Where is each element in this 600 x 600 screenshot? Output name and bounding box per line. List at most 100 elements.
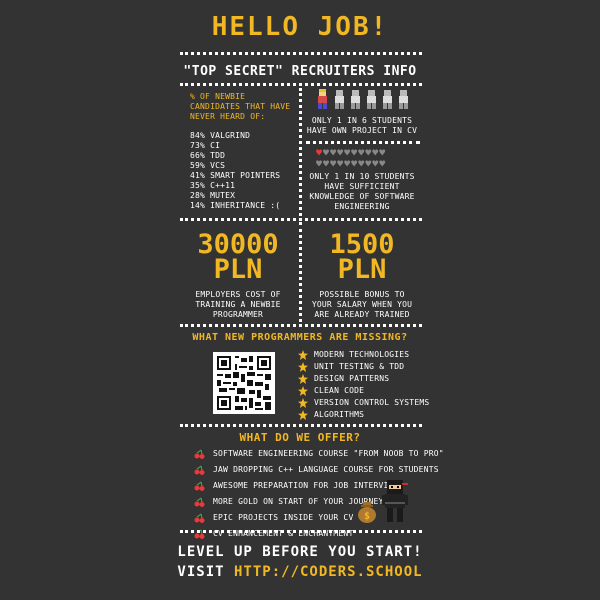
list-item: JAW DROPPING C++ LANGUAGE COURSE FOR STU… — [194, 462, 444, 478]
list-item-label: VERSION CONTROL SYSTEMS — [314, 398, 430, 407]
list-item-label: AWESOME PREPARATION FOR JOB INTERVIEWS — [213, 481, 404, 490]
heart-icon: ♥ — [337, 148, 343, 159]
visit-label: VISIT — [177, 564, 225, 580]
desc-line: PROGRAMMER — [212, 310, 264, 319]
money-bag-icon: $ — [356, 500, 378, 524]
stat-line: HAVE SUFFICIENT — [324, 182, 400, 191]
list-item: 73% CI — [190, 141, 221, 150]
heart-icon: ♥ — [372, 148, 378, 159]
list-item-label: JAW DROPPING C++ LANGUAGE COURSE FOR STU… — [213, 465, 439, 474]
heart-icon: ♥ — [351, 159, 357, 170]
heart-icon: ♥ — [365, 159, 371, 170]
list-item-label: MODERN TECHNOLOGIES — [314, 350, 410, 359]
heart-icon: ♥ — [323, 159, 329, 170]
list-item: DESIGN PATTERNS — [298, 373, 429, 385]
cost-desc: EMPLOYERS COST OF TRAINING A NEWBIE PROG… — [178, 290, 298, 320]
svg-text:$: $ — [364, 511, 370, 522]
heart-icon: ♥ — [379, 159, 385, 170]
heart-icon: ♥ — [372, 159, 378, 170]
list-item-label: ALGORITHMS — [314, 410, 365, 419]
list-item: 28% MUTEX — [190, 191, 236, 200]
heart-icon: ♥ — [330, 148, 336, 159]
heart-icon: ♥ — [351, 148, 357, 159]
heart-icon: ♥ — [358, 159, 364, 170]
desc-line: TRAINING A NEWBIE — [195, 300, 281, 309]
divider — [180, 530, 422, 533]
star-icon — [298, 374, 308, 384]
divider — [180, 52, 422, 55]
school-link[interactable]: HTTP://CODERS.SCHOOL — [234, 564, 423, 580]
list-item: 41% SMART POINTERS — [190, 171, 281, 180]
newbie-heading-line: NEVER HEARD OF: — [190, 112, 266, 121]
list-item: 59% VCS — [190, 161, 226, 170]
heart-icon: ♥ — [316, 148, 322, 159]
divider — [180, 83, 422, 86]
desc-line: YOUR SALARY WHEN YOU — [311, 300, 413, 309]
missing-list: MODERN TECHNOLOGIES UNIT TESTING & TDD D… — [298, 349, 429, 421]
cost-unit: PLN — [213, 254, 263, 285]
missing-heading: WHAT NEW PROGRAMMERS ARE MISSING? — [192, 332, 408, 343]
heart-icon: ♥ — [316, 159, 322, 170]
heart-icon: ♥ — [358, 148, 364, 159]
divider — [180, 324, 422, 327]
person-icons — [318, 89, 408, 109]
heart-icon: ♥ — [330, 159, 336, 170]
divider — [306, 141, 420, 144]
list-item: MODERN TECHNOLOGIES — [298, 349, 429, 361]
ninja-svg — [382, 480, 408, 522]
heart-icon: ♥ — [365, 148, 371, 159]
newbie-heading-line: % OF NEWBIE — [190, 92, 246, 101]
person-icon — [367, 90, 376, 109]
list-item: CLEAN CODE — [298, 385, 429, 397]
list-item-label: DESIGN PATTERNS — [314, 374, 390, 383]
heart-icon: ♥ — [344, 148, 350, 159]
newbie-heading-line: CANDIDATES THAT HAVE — [190, 102, 291, 111]
footer-tagline: LEVEL UP BEFORE YOU START! — [177, 544, 423, 560]
divider — [180, 424, 422, 427]
heart-icon: ♥ — [344, 159, 350, 170]
stat-line: ONLY 1 IN 6 STUDENTS — [311, 116, 413, 125]
person-icon — [335, 90, 344, 109]
money-bag-svg: $ — [358, 502, 376, 523]
cherry-icon — [194, 465, 205, 475]
cherry-icon — [194, 513, 205, 523]
bonus-stat: 1500 PLN POSSIBLE BONUS TO YOUR SALARY W… — [302, 231, 422, 320]
heart-icon: ♥ — [337, 159, 343, 170]
heart-row: ♥ ♥ ♥ ♥ ♥ ♥ ♥ ♥ ♥ ♥ — [316, 148, 416, 159]
person-icon — [399, 90, 408, 109]
star-icon — [298, 398, 308, 408]
person-icon — [383, 90, 392, 109]
cherry-icon — [194, 497, 205, 507]
knowledge-stat-text: ONLY 1 IN 10 STUDENTS HAVE SUFFICIENT KN… — [300, 172, 424, 212]
newbie-heading: % OF NEWBIE CANDIDATES THAT HAVE NEVER H… — [190, 92, 290, 122]
list-item: 35% C++11 — [190, 181, 236, 190]
list-item: 66% TDD — [190, 151, 226, 160]
list-item-label: EPIC PROJECTS INSIDE YOUR CV — [213, 513, 354, 522]
page-title: HELLO JOB! — [211, 12, 389, 42]
person-icon — [318, 89, 327, 109]
stat-line: HAVE OWN PROJECT IN CV — [306, 126, 418, 135]
list-item: CV ENHANCEMENT & ENCHANTMENT — [194, 526, 444, 542]
star-icon — [298, 386, 308, 396]
stat-line: KNOWLEDGE OF SOFTWARE — [309, 192, 415, 201]
star-icon — [298, 362, 308, 372]
desc-line: POSSIBLE BONUS TO — [319, 290, 405, 299]
qr-code[interactable] — [213, 352, 275, 414]
desc-line: EMPLOYERS COST OF — [195, 290, 281, 299]
list-item: 14% INHERITANCE :( — [190, 201, 281, 210]
subtitle: "TOP SECRET" RECRUITERS INFO — [183, 64, 417, 79]
offer-heading: WHAT DO WE OFFER? — [239, 431, 361, 444]
list-item-label: CLEAN CODE — [314, 386, 365, 395]
list-item: 84% VALGRIND — [190, 131, 251, 140]
desc-line: ARE ALREADY TRAINED — [314, 310, 410, 319]
hearts: ♥ ♥ ♥ ♥ ♥ ♥ ♥ ♥ ♥ ♥ ♥ ♥ ♥ ♥ ♥ ♥ ♥ ♥ ♥ ♥ — [316, 148, 416, 170]
bonus-unit: PLN — [337, 254, 387, 285]
cherry-icon — [194, 481, 205, 491]
list-item: UNIT TESTING & TDD — [298, 361, 429, 373]
bonus-desc: POSSIBLE BONUS TO YOUR SALARY WHEN YOU A… — [302, 290, 422, 320]
cost-stat: 30000 PLN EMPLOYERS COST OF TRAINING A N… — [178, 231, 298, 320]
ninja-icon — [380, 478, 410, 524]
footer-visit: VISIT HTTP://CODERS.SCHOOL — [0, 564, 600, 580]
star-icon — [298, 410, 308, 420]
cherry-icon — [194, 449, 205, 459]
